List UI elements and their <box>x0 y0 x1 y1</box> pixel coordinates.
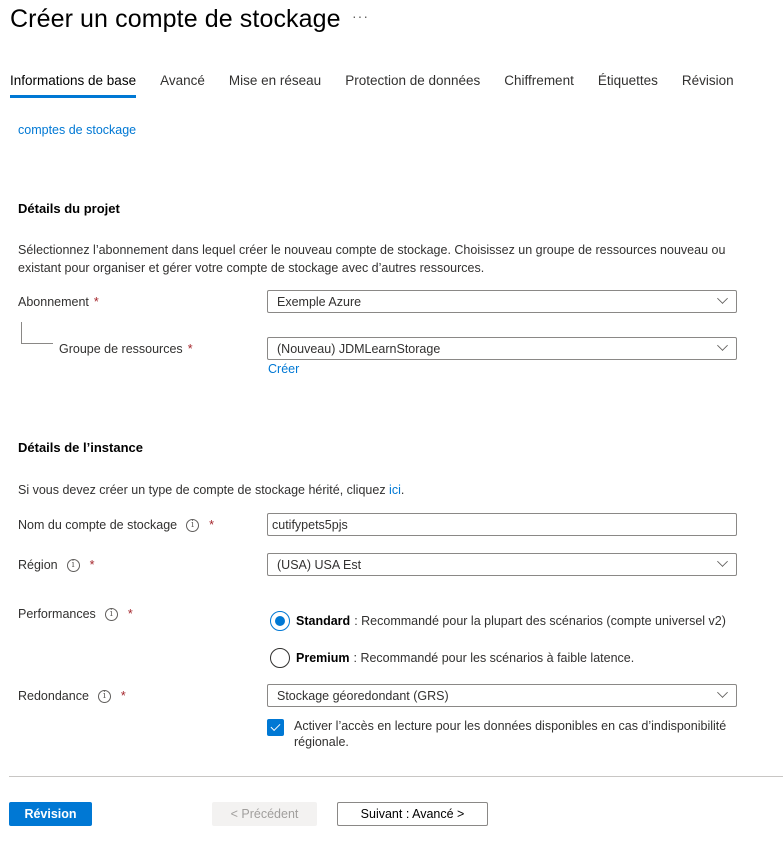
project-details-description: Sélectionnez l’abonnement dans lequel cr… <box>18 243 726 275</box>
more-options-icon[interactable]: ··· <box>352 8 369 24</box>
storage-account-name-label-text: Nom du compte de stockage <box>18 518 178 532</box>
chevron-down-icon <box>717 556 728 567</box>
option-name: Premium <box>296 651 350 665</box>
next-advanced-button[interactable]: Suivant : Avancé > <box>337 802 488 826</box>
performance-label-text: Performances <box>18 607 96 621</box>
option-description: : Recommandé pour la plupart des scénari… <box>354 614 726 628</box>
tab-review[interactable]: Révision <box>682 73 734 95</box>
redundancy-dropdown[interactable]: Stockage géoredondant (GRS) <box>267 684 737 707</box>
subscription-dropdown[interactable]: Exemple Azure <box>267 290 737 313</box>
tab-bar: Informations de base Avancé Mise en rése… <box>10 73 758 98</box>
required-marker: * <box>127 607 133 621</box>
radio-button-checked[interactable] <box>270 611 290 631</box>
required-marker: * <box>93 295 99 309</box>
tab-data-protection[interactable]: Protection de données <box>345 73 480 95</box>
previous-button[interactable]: < Précédent <box>212 802 317 826</box>
resource-group-label-text: Groupe de ressources <box>59 342 183 356</box>
checkbox-checked-icon[interactable] <box>267 719 284 736</box>
region-label: Région i * <box>18 558 95 572</box>
tab-networking[interactable]: Mise en réseau <box>229 73 321 95</box>
performance-premium-option[interactable]: Premium : Recommandé pour les scénarios … <box>270 648 634 668</box>
instance-details-heading: Détails de l’instance <box>18 440 143 455</box>
required-marker: * <box>120 689 126 703</box>
performance-label: Performances i * <box>18 607 133 621</box>
chevron-down-icon <box>717 687 728 698</box>
footer-divider <box>9 776 783 777</box>
create-resource-group-link[interactable]: Créer <box>268 362 299 376</box>
tree-connector <box>21 322 53 344</box>
required-marker: * <box>209 518 214 532</box>
legacy-text: Si vous devez créer un type de compte de… <box>18 483 390 497</box>
resource-group-value: (Nouveau) JDMLearnStorage <box>277 341 441 356</box>
tab-tags[interactable]: Étiquettes <box>598 73 658 95</box>
legacy-here-link[interactable]: ici <box>389 483 401 497</box>
redundancy-value: Stockage géoredondant (GRS) <box>277 688 449 703</box>
storage-account-name-value: cutifypets5pjs <box>272 517 348 532</box>
info-icon[interactable]: i <box>66 558 80 572</box>
storage-account-name-input[interactable]: cutifypets5pjs <box>267 513 737 536</box>
region-value: (USA) USA Est <box>277 557 362 572</box>
read-access-checkbox-row[interactable]: Activer l’accès en lecture pour les donn… <box>267 718 754 750</box>
storage-accounts-link[interactable]: comptes de stockage <box>18 123 136 137</box>
option-description: : Recommandé pour les scénarios à faible… <box>353 651 635 665</box>
resource-group-dropdown[interactable]: (Nouveau) JDMLearnStorage <box>267 337 737 360</box>
subscription-label: Abonnement * <box>18 295 99 309</box>
redundancy-label-text: Redondance <box>18 689 89 703</box>
info-icon[interactable]: i <box>97 689 111 703</box>
resource-group-label: Groupe de ressources * <box>59 342 193 356</box>
region-label-text: Région <box>18 558 58 572</box>
subscription-value: Exemple Azure <box>277 294 362 309</box>
project-details-heading: Détails du projet <box>18 201 120 216</box>
info-icon[interactable]: i <box>104 607 118 621</box>
chevron-down-icon <box>717 293 728 304</box>
review-button[interactable]: Révision <box>9 802 92 826</box>
storage-account-name-label: Nom du compte de stockage i * <box>18 518 214 532</box>
subscription-label-text: Abonnement <box>18 295 89 309</box>
page-title: Créer un compte de stockage <box>10 5 341 33</box>
info-icon[interactable]: i <box>186 518 200 532</box>
tab-encryption[interactable]: Chiffrement <box>504 73 574 95</box>
legacy-suffix: . <box>400 483 405 497</box>
tab-basics[interactable]: Informations de base <box>10 73 137 98</box>
option-name: Standard <box>296 614 351 628</box>
legacy-account-text: Si vous devez créer un type de compte de… <box>18 481 768 499</box>
required-marker: * <box>89 558 95 572</box>
radio-button-unchecked[interactable] <box>270 648 290 668</box>
region-dropdown[interactable]: (USA) USA Est <box>267 553 737 576</box>
chevron-down-icon <box>717 340 728 351</box>
redundancy-label: Redondance i * <box>18 689 126 703</box>
tab-advanced[interactable]: Avancé <box>160 73 205 95</box>
performance-standard-option[interactable]: Standard : Recommandé pour la plupart de… <box>270 611 726 631</box>
required-marker: * <box>187 342 193 356</box>
read-access-checkbox-label: Activer l’accès en lecture pour les donn… <box>294 719 727 749</box>
